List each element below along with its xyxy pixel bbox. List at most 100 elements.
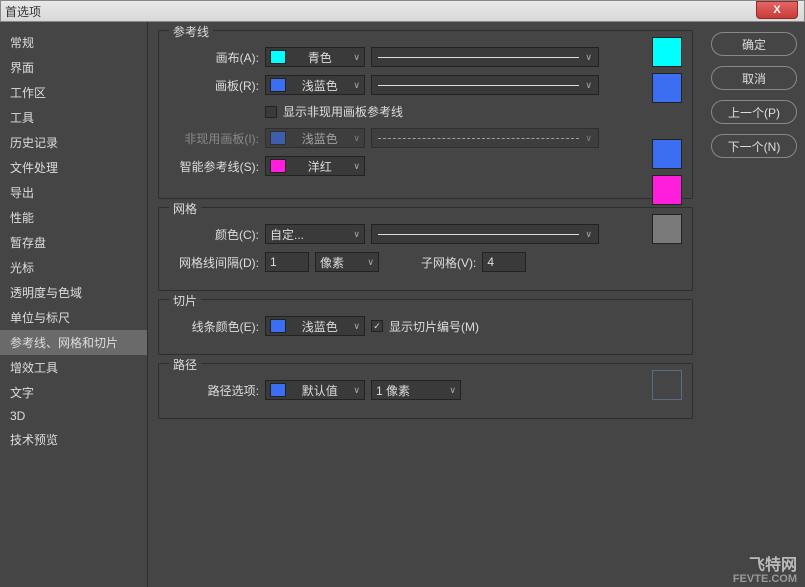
swatch-icon [270,159,286,173]
right-panel: 确定 取消 上一个(P) 下一个(N) [703,22,805,587]
swatch-icon [270,78,286,92]
chevron-down-icon: ∨ [353,52,360,63]
sidebar: 常规界面工作区工具历史记录文件处理导出性能暂存盘光标透明度与色域单位与标尺参考线… [0,22,148,587]
sidebar-item[interactable]: 常规 [0,30,147,55]
inactive-swatch[interactable] [652,139,682,169]
show-slice-numbers-label: 显示切片编号(M) [389,318,479,335]
subdiv-input[interactable] [482,252,526,272]
chevron-down-icon: ∨ [353,385,360,396]
show-inactive-checkbox[interactable] [265,106,277,118]
grid-color-select[interactable]: 自定... ∨ [265,224,365,244]
sidebar-item[interactable]: 历史记录 [0,130,147,155]
select-value: 1 像素 [376,382,410,399]
section-title: 路径 [169,356,201,373]
artboard-label: 画板(R): [169,77,259,94]
show-inactive-label: 显示非现用画板参考线 [283,103,403,120]
grid-swatch[interactable] [652,214,682,244]
canvas-swatch[interactable] [652,37,682,67]
chevron-down-icon: ∨ [367,257,374,268]
sidebar-item[interactable]: 工具 [0,105,147,130]
inactive-line-style[interactable]: ∨ [371,128,599,148]
chevron-down-icon: ∨ [353,161,360,172]
sidebar-item[interactable]: 技术预览 [0,427,147,452]
path-swatch[interactable] [652,370,682,400]
artboard-line-style[interactable]: ∨ [371,75,599,95]
select-value: 浅蓝色 [302,77,338,94]
path-section: 路径 路径选项: 默认值 ∨ 1 像素 ∨ [158,363,693,419]
chevron-down-icon: ∨ [353,229,360,240]
sidebar-item[interactable]: 参考线、网格和切片 [0,330,147,355]
content-area: 参考线 画布(A): 青色 ∨ ∨ 画板(R): 浅蓝色 ∨ ∨ [148,22,703,587]
swatch-icon [270,383,286,397]
watermark: 飞特网 FEVTE.COM [733,558,797,585]
sidebar-item[interactable]: 性能 [0,205,147,230]
select-value: 青色 [308,49,332,66]
path-options-select[interactable]: 默认值 ∨ [265,380,365,400]
swatch-icon [270,50,286,64]
select-value: 默认值 [302,382,338,399]
select-value: 像素 [320,254,344,271]
section-title: 参考线 [169,23,213,40]
smart-label: 智能参考线(S): [169,158,259,175]
swatch-icon [270,319,286,333]
guides-section: 参考线 画布(A): 青色 ∨ ∨ 画板(R): 浅蓝色 ∨ ∨ [158,30,693,199]
watermark-line2: FEVTE.COM [733,574,797,585]
grid-section: 网格 颜色(C): 自定... ∨ ∨ 网格线间隔(D): 像素 ∨ 子网格(V… [158,207,693,291]
sidebar-item[interactable]: 增效工具 [0,355,147,380]
artboard-swatch[interactable] [652,73,682,103]
section-title: 切片 [169,292,201,309]
smart-color-select[interactable]: 洋红 ∨ [265,156,365,176]
section-title: 网格 [169,200,201,217]
artboard-color-select[interactable]: 浅蓝色 ∨ [265,75,365,95]
subdiv-label: 子网格(V): [421,254,476,271]
path-options-label: 路径选项: [169,382,259,399]
sidebar-item[interactable]: 文字 [0,380,147,405]
canvas-color-select[interactable]: 青色 ∨ [265,47,365,67]
spacing-label: 网格线间隔(D): [169,254,259,271]
close-button[interactable]: X [756,1,798,19]
sidebar-item[interactable]: 3D [0,405,147,427]
slices-section: 切片 线条颜色(E): 浅蓝色 ∨ 显示切片编号(M) [158,299,693,355]
path-width-select[interactable]: 1 像素 ∨ [371,380,461,400]
spacing-input[interactable] [265,252,309,272]
prev-button[interactable]: 上一个(P) [711,100,797,124]
smart-swatch[interactable] [652,175,682,205]
sidebar-item[interactable]: 导出 [0,180,147,205]
sidebar-item[interactable]: 暂存盘 [0,230,147,255]
chevron-down-icon: ∨ [449,385,456,396]
sidebar-item[interactable]: 透明度与色域 [0,280,147,305]
swatch-icon [270,131,286,145]
select-value: 洋红 [308,158,332,175]
next-button[interactable]: 下一个(N) [711,134,797,158]
window-title: 首选项 [5,3,41,20]
sidebar-item[interactable]: 光标 [0,255,147,280]
slice-color-select[interactable]: 浅蓝色 ∨ [265,316,365,336]
chevron-down-icon: ∨ [585,133,592,144]
chevron-down-icon: ∨ [585,52,592,63]
sidebar-item[interactable]: 界面 [0,55,147,80]
watermark-line1: 飞特网 [733,558,797,574]
grid-color-label: 颜色(C): [169,226,259,243]
select-value: 自定... [270,226,304,243]
chevron-down-icon: ∨ [353,80,360,91]
spacing-unit-select[interactable]: 像素 ∨ [315,252,379,272]
show-slice-numbers-checkbox[interactable] [371,320,383,332]
close-icon: X [773,4,780,16]
canvas-line-style[interactable]: ∨ [371,47,599,67]
ok-button[interactable]: 确定 [711,32,797,56]
cancel-button[interactable]: 取消 [711,66,797,90]
chevron-down-icon: ∨ [353,321,360,332]
sidebar-item[interactable]: 文件处理 [0,155,147,180]
select-value: 浅蓝色 [302,318,338,335]
chevron-down-icon: ∨ [585,229,592,240]
slice-color-label: 线条颜色(E): [169,318,259,335]
canvas-label: 画布(A): [169,49,259,66]
sidebar-item[interactable]: 单位与标尺 [0,305,147,330]
chevron-down-icon: ∨ [353,133,360,144]
inactive-color-select[interactable]: 浅蓝色 ∨ [265,128,365,148]
grid-line-style[interactable]: ∨ [371,224,599,244]
titlebar: 首选项 X [0,0,805,22]
sidebar-item[interactable]: 工作区 [0,80,147,105]
inactive-label: 非现用画板(I): [169,130,259,147]
select-value: 浅蓝色 [302,130,338,147]
